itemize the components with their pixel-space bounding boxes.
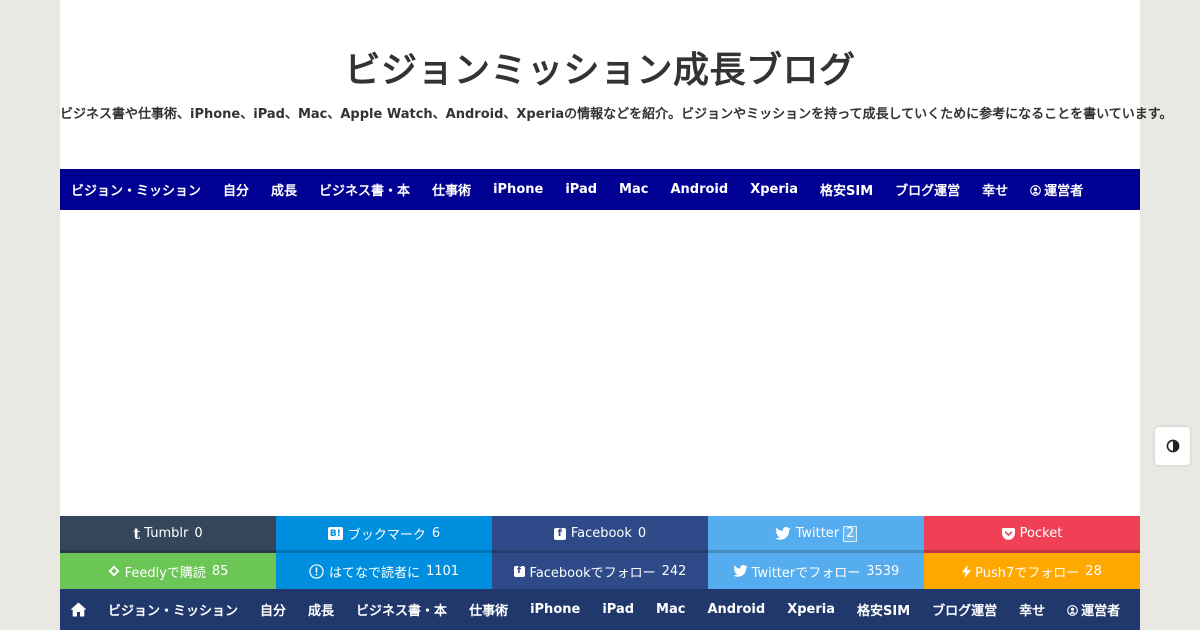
nav-item-growth[interactable]: 成長 bbox=[260, 180, 308, 199]
push7-follow-button[interactable]: Push7でフォロー 28 bbox=[924, 553, 1140, 589]
nav-item-self[interactable]: 自分 bbox=[212, 180, 260, 199]
follow-buttons: Feedlyで購読 85 はてなで読者に 1101 f Facebookでフォロ… bbox=[60, 553, 1140, 589]
tumblr-icon: t bbox=[133, 524, 141, 543]
nav-item-business-books[interactable]: ビジネス書・本 bbox=[308, 180, 421, 199]
nav-item-xperia[interactable]: Xperia bbox=[739, 182, 809, 197]
nav-item-iphone[interactable]: iPhone bbox=[482, 182, 554, 197]
hatena-follow-count: 1101 bbox=[425, 563, 460, 579]
footer-nav-item-work-skills[interactable]: 仕事術 bbox=[458, 600, 519, 619]
footer-nav: ビジョン・ミッション 自分 成長 ビジネス書・本 仕事術 iPhone iPad… bbox=[60, 589, 1140, 630]
facebook-follow-count: 242 bbox=[661, 563, 687, 579]
tumblr-share-label: Tumblr bbox=[144, 526, 189, 541]
footer-nav-item-vision-mission[interactable]: ビジョン・ミッション bbox=[97, 600, 249, 619]
user-circle-icon bbox=[1030, 185, 1041, 196]
hatena-bookmark-count: 6 bbox=[431, 526, 441, 541]
feedly-icon bbox=[108, 565, 120, 577]
contrast-icon bbox=[1166, 439, 1179, 453]
hatena-follow-label: はてなで読者に bbox=[328, 565, 420, 581]
dark-mode-toggle[interactable] bbox=[1155, 427, 1190, 465]
nav-item-ipad[interactable]: iPad bbox=[554, 182, 608, 197]
pocket-label: Pocket bbox=[1019, 526, 1063, 541]
facebook-icon: f bbox=[553, 527, 566, 540]
footer-nav-item-self[interactable]: 自分 bbox=[249, 600, 297, 619]
footer-nav-item-android[interactable]: Android bbox=[696, 602, 776, 617]
footer-nav-item-growth[interactable]: 成長 bbox=[297, 600, 345, 619]
twitter-share-label: Twitter bbox=[795, 526, 840, 541]
pocket-icon bbox=[1001, 527, 1015, 540]
push7-follow-label: Push7でフォロー bbox=[975, 565, 1080, 581]
facebook-icon: f bbox=[513, 565, 525, 577]
nav-item-blog-management[interactable]: ブログ運営 bbox=[884, 180, 971, 199]
bolt-icon bbox=[962, 564, 972, 578]
tumblr-share-count: 0 bbox=[194, 526, 203, 541]
nav-item-operator-label: 運営者 bbox=[1044, 184, 1084, 199]
nav-item-vision-mission[interactable]: ビジョン・ミッション bbox=[60, 180, 212, 199]
feedly-follow-label: Feedlyで購読 bbox=[124, 565, 206, 581]
footer-nav-item-xperia[interactable]: Xperia bbox=[776, 602, 846, 617]
pocket-button[interactable]: Pocket bbox=[924, 516, 1140, 553]
user-circle-icon bbox=[1067, 605, 1078, 616]
site-header: ビジョンミッション成長ブログ ビジネス書や仕事術、iPhone、iPad、Mac… bbox=[60, 0, 1173, 169]
nav-item-work-skills[interactable]: 仕事術 bbox=[421, 180, 482, 199]
site-title[interactable]: ビジョンミッション成長ブログ bbox=[60, 0, 1140, 93]
facebook-share-label: Facebook bbox=[570, 526, 632, 541]
twitter-follow-count: 3539 bbox=[866, 563, 900, 579]
twitter-follow-button[interactable]: Twitterでフォロー 3539 bbox=[708, 553, 924, 589]
facebook-share-button[interactable]: f Facebook 0 bbox=[492, 516, 708, 553]
footer-nav-item-business-books[interactable]: ビジネス書・本 bbox=[345, 600, 458, 619]
nav-item-operator[interactable]: 運営者 bbox=[1019, 180, 1094, 199]
hatena-follow-button[interactable]: はてなで読者に 1101 bbox=[276, 553, 492, 589]
site-description: ビジネス書や仕事術、iPhone、iPad、Mac、Apple Watch、An… bbox=[60, 107, 1173, 122]
hatena-bookmark-label: ブックマーク bbox=[347, 528, 426, 543]
hatena-bookmark-button[interactable]: B! ブックマーク 6 bbox=[276, 516, 492, 553]
twitter-bird-icon bbox=[732, 565, 748, 577]
push7-follow-count: 28 bbox=[1085, 563, 1102, 579]
hatena-icon bbox=[309, 563, 324, 579]
feedly-follow-button[interactable]: Feedlyで購読 85 bbox=[60, 553, 276, 589]
nav-item-mac[interactable]: Mac bbox=[608, 182, 659, 197]
twitter-follow-label: Twitterでフォロー bbox=[751, 565, 861, 581]
share-buttons: t Tumblr 0 B! ブックマーク 6 f Facebook 0 Twit… bbox=[60, 516, 1140, 553]
footer-nav-item-iphone[interactable]: iPhone bbox=[519, 602, 591, 617]
facebook-follow-button[interactable]: f Facebookでフォロー 242 bbox=[492, 553, 708, 589]
ad-area bbox=[60, 210, 1140, 516]
nav-item-android[interactable]: Android bbox=[659, 182, 739, 197]
footer-nav-item-operator[interactable]: 運営者 bbox=[1056, 600, 1131, 619]
footer-nav-item-operator-label: 運営者 bbox=[1081, 604, 1121, 619]
footer-nav-item-ipad[interactable]: iPad bbox=[591, 602, 645, 617]
page: ビジョンミッション成長ブログ ビジネス書や仕事術、iPhone、iPad、Mac… bbox=[60, 0, 1173, 630]
feedly-follow-count: 85 bbox=[211, 563, 229, 579]
tumblr-share-button[interactable]: t Tumblr 0 bbox=[60, 516, 276, 553]
main-nav: ビジョン・ミッション 自分 成長 ビジネス書・本 仕事術 iPhone iPad… bbox=[60, 169, 1140, 210]
facebook-follow-label: Facebookでフォロー bbox=[529, 565, 656, 581]
footer-nav-item-happiness[interactable]: 幸せ bbox=[1008, 600, 1056, 619]
twitter-bird-icon bbox=[774, 527, 791, 540]
twitter-share-button[interactable]: Twitter 2 bbox=[708, 516, 924, 553]
nav-item-mvno-sim[interactable]: 格安SIM bbox=[809, 180, 884, 199]
footer-nav-item-blog-management[interactable]: ブログ運営 bbox=[921, 600, 1008, 619]
home-icon[interactable] bbox=[60, 602, 97, 617]
twitter-share-count: 2 bbox=[843, 525, 858, 542]
footer-nav-item-mac[interactable]: Mac bbox=[645, 602, 696, 617]
facebook-share-count: 0 bbox=[637, 526, 647, 541]
nav-item-happiness[interactable]: 幸せ bbox=[971, 180, 1019, 199]
hatena-bookmark-icon: B! bbox=[327, 527, 343, 540]
footer-nav-item-mvno-sim[interactable]: 格安SIM bbox=[846, 600, 921, 619]
